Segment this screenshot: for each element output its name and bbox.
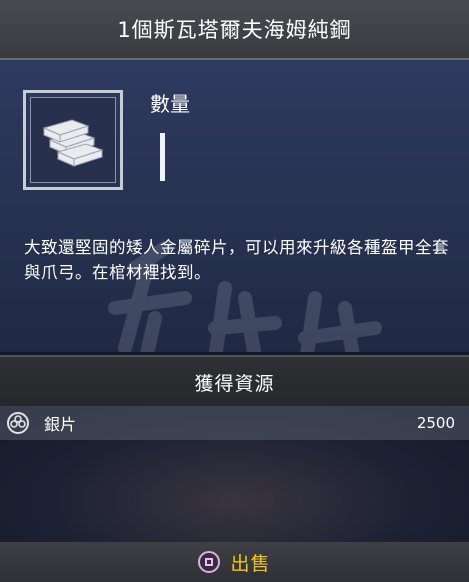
sources-area: 銀片 2500 xyxy=(0,406,469,542)
footer-bar: 出售 xyxy=(0,542,469,582)
sell-button[interactable]: 出售 xyxy=(198,549,270,576)
quantity-cursor[interactable] xyxy=(160,133,165,181)
square-button-icon xyxy=(198,551,221,573)
item-description: 大致還堅固的矮人金屬碎片，可以用來升級各種盔甲全套與爪弓。在棺材裡找到。 xyxy=(24,238,449,282)
item-title-text: 1個斯瓦塔爾夫海姆純鋼 xyxy=(117,18,352,42)
sources-header: 獲得資源 xyxy=(0,355,469,408)
steel-ingots-icon xyxy=(42,119,104,167)
resource-name: 銀片 xyxy=(44,415,77,434)
sources-header-text: 獲得資源 xyxy=(194,372,275,395)
resource-value: 2500 xyxy=(416,414,455,432)
resource-row: 銀片 2500 xyxy=(0,406,469,440)
hacksilver-icon xyxy=(7,412,29,434)
item-title: 1個斯瓦塔爾夫海姆純鋼 xyxy=(0,0,469,60)
sell-label: 出售 xyxy=(230,552,271,575)
item-icon-frame xyxy=(23,90,123,190)
quantity-label: 數量 xyxy=(150,92,190,116)
item-details-panel: 數量 大致還堅固的矮人金屬碎片，可以用來升級各種盔甲全套與爪弓。在棺材裡找到。 xyxy=(0,60,469,352)
